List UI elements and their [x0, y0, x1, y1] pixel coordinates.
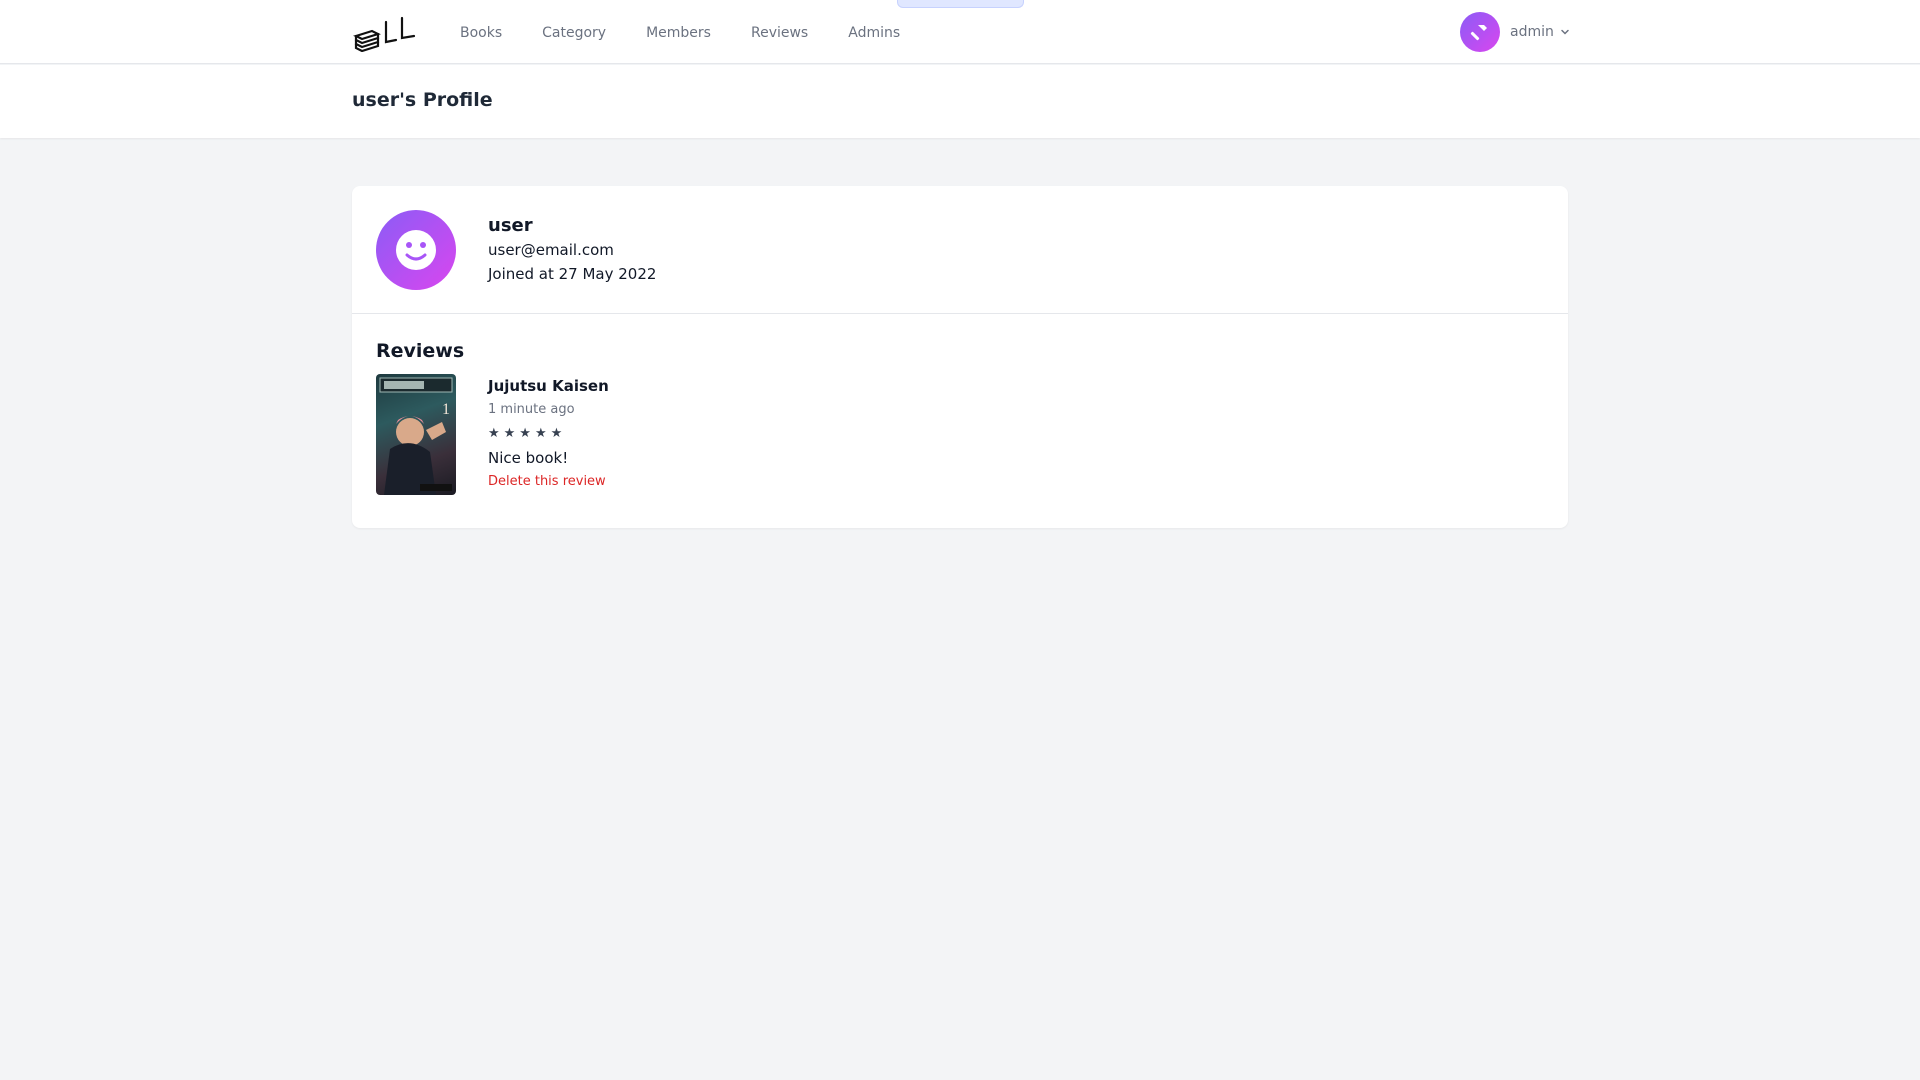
- nav-link-admins[interactable]: Admins: [848, 25, 900, 41]
- hammer-icon: [1470, 25, 1487, 41]
- page-title: user's Profile: [352, 89, 493, 111]
- smiley-face-icon: [396, 230, 436, 270]
- book-cover-art: 1: [379, 377, 453, 495]
- reviews-heading: Reviews: [376, 340, 465, 362]
- book-cover-image[interactable]: 1: [376, 374, 456, 495]
- profile-card: user user@email.com Joined at 27 May 202…: [352, 186, 1568, 528]
- review-timestamp: 1 minute ago: [488, 402, 575, 417]
- nav-link-category[interactable]: Category: [542, 25, 606, 41]
- nav-link-reviews[interactable]: Reviews: [751, 25, 808, 41]
- review-item: 1 Jujutsu Kaisen 1 minute ago ★★★★★ Nice…: [376, 374, 976, 498]
- reviews-section: Reviews 1 Jujutsu Kaisen 1 minute ago ★★…: [376, 340, 609, 495]
- nav-link-members[interactable]: Members: [646, 25, 711, 41]
- user-name[interactable]: admin: [1510, 24, 1554, 40]
- book-stack-logo[interactable]: [352, 14, 418, 52]
- user-avatar[interactable]: [1460, 12, 1500, 52]
- svg-text:1: 1: [442, 401, 450, 418]
- profile-summary: user user@email.com Joined at 27 May 202…: [352, 186, 1568, 314]
- profile-avatar: [376, 210, 456, 290]
- page-header: user's Profile: [0, 65, 1920, 138]
- top-navigation: Books Category Members Reviews Admins ad…: [0, 0, 1920, 64]
- profile-email: user@email.com: [488, 241, 614, 259]
- profile-name: user: [488, 215, 533, 236]
- nav-tab-indicator: [897, 0, 1024, 8]
- delete-review-link[interactable]: Delete this review: [488, 470, 609, 494]
- user-menu[interactable]: admin: [1460, 12, 1570, 52]
- review-star-rating: ★★★★★: [488, 426, 567, 441]
- chevron-down-icon[interactable]: [1560, 27, 1570, 37]
- review-book-title[interactable]: Jujutsu Kaisen: [488, 374, 609, 398]
- nav-link-books[interactable]: Books: [460, 25, 502, 41]
- profile-info: user user@email.com Joined at 27 May 202…: [488, 214, 656, 286]
- review-body: Jujutsu Kaisen 1 minute ago ★★★★★ Nice b…: [488, 374, 609, 494]
- review-text: Nice book!: [488, 449, 569, 467]
- nav-links: Books Category Members Reviews Admins: [460, 0, 940, 64]
- profile-joined-date: Joined at 27 May 2022: [488, 265, 657, 283]
